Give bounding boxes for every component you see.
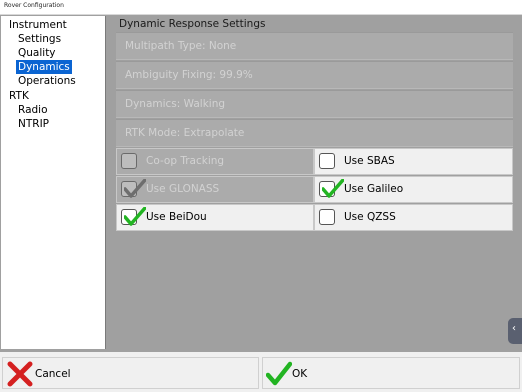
- tree-item-dynamics[interactable]: Dynamics: [16, 60, 72, 74]
- tree-item-rtk[interactable]: RTK: [7, 89, 31, 103]
- checkbox-checked[interactable]: [121, 207, 146, 226]
- use-galileo-label: Use Galileo: [344, 183, 404, 195]
- coop-tracking-option: Co-op Tracking: [116, 148, 314, 175]
- title-bar: Rover Configuration: [0, 0, 522, 15]
- tree-item-ntrip[interactable]: NTRIP: [16, 117, 51, 131]
- ambiguity-fixing-label: Ambiguity Fixing: 99.9%: [125, 69, 253, 81]
- window-title: Rover Configuration: [4, 2, 64, 9]
- tree-item-instrument[interactable]: Instrument: [7, 18, 69, 32]
- multipath-type-label: Multipath Type: None: [125, 40, 237, 52]
- tree-item-quality[interactable]: Quality: [16, 46, 58, 60]
- rtk-mode-label: RTK Mode: Extrapolate: [125, 127, 245, 139]
- checkmark-icon: [124, 207, 146, 226]
- use-glonass-label: Use GLONASS: [146, 183, 220, 195]
- use-beidou-option[interactable]: Use BeiDou: [116, 204, 314, 231]
- dynamics-label: Dynamics: Walking: [125, 98, 226, 110]
- use-beidou-label: Use BeiDou: [146, 211, 207, 223]
- rtk-mode-field: RTK Mode: Extrapolate: [116, 119, 513, 147]
- tree-item-operations[interactable]: Operations: [16, 74, 78, 88]
- checkbox-checked: [121, 179, 146, 198]
- tree-item-settings[interactable]: Settings: [16, 32, 63, 46]
- use-glonass-option: Use GLONASS: [116, 176, 314, 203]
- tree-item-radio[interactable]: Radio: [16, 103, 50, 117]
- panel-title: Dynamic Response Settings: [119, 18, 266, 30]
- coop-tracking-label: Co-op Tracking: [146, 155, 225, 167]
- checkbox-unchecked[interactable]: [319, 153, 335, 169]
- ok-label: OK: [292, 368, 308, 380]
- cancel-button[interactable]: Cancel: [2, 357, 259, 389]
- checkmark-icon: [124, 179, 146, 198]
- checkbox-checked[interactable]: [319, 179, 344, 198]
- cancel-label: Cancel: [35, 368, 71, 380]
- ambiguity-fixing-field: Ambiguity Fixing: 99.9%: [116, 61, 513, 89]
- checkmark-icon: [322, 179, 344, 198]
- use-qzss-label: Use QZSS: [344, 211, 396, 223]
- ok-button[interactable]: OK: [262, 357, 520, 389]
- use-qzss-option[interactable]: Use QZSS: [314, 204, 513, 231]
- use-sbas-label: Use SBAS: [344, 155, 395, 167]
- side-panel-tab[interactable]: ‹: [508, 318, 522, 344]
- ok-checkmark-icon: [266, 361, 292, 386]
- checkbox-unchecked: [121, 153, 137, 169]
- chevron-left-icon: ‹: [512, 323, 516, 334]
- dynamics-field: Dynamics: Walking: [116, 90, 513, 118]
- checkbox-unchecked[interactable]: [319, 209, 335, 225]
- cancel-x-icon: [7, 361, 33, 387]
- use-sbas-option[interactable]: Use SBAS: [314, 148, 513, 175]
- multipath-type-field: Multipath Type: None: [116, 32, 513, 60]
- settings-tree[interactable]: Instrument Settings Quality Dynamics Ope…: [1, 16, 106, 349]
- use-galileo-option[interactable]: Use Galileo: [314, 176, 513, 203]
